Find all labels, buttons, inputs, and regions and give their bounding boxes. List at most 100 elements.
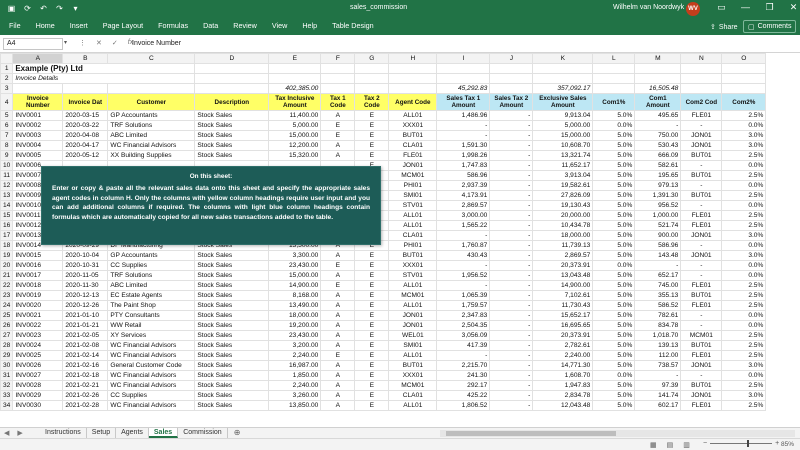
table-cell[interactable]: - xyxy=(680,200,723,211)
table-cell[interactable]: - xyxy=(489,160,534,171)
cell[interactable] xyxy=(268,63,322,74)
table-cell[interactable]: 5.0% xyxy=(592,300,636,311)
table-cell[interactable]: 5,000.00 xyxy=(532,120,594,131)
enter-icon[interactable]: ✓ xyxy=(112,39,118,47)
cell[interactable] xyxy=(194,63,270,74)
table-cell[interactable]: Stock Sales xyxy=(194,360,270,371)
table-cell[interactable]: - xyxy=(489,400,534,411)
table-cell[interactable]: XXX01 xyxy=(388,260,438,271)
table-cell[interactable]: 2.5% xyxy=(721,400,767,411)
table-cell[interactable]: SMI01 xyxy=(388,340,438,351)
table-cell[interactable]: ALL01 xyxy=(388,350,438,361)
table-cell[interactable]: - xyxy=(489,170,534,181)
table-cell[interactable]: 3,913.04 xyxy=(532,170,594,181)
table-cell[interactable]: INV0001 xyxy=(12,110,64,121)
tab-data[interactable]: Data xyxy=(203,21,218,30)
table-cell[interactable]: - xyxy=(680,120,723,131)
table-cell[interactable]: GP Accountants xyxy=(107,250,196,261)
total-e[interactable]: 402,385.00 xyxy=(268,83,322,94)
table-cell[interactable]: 1,747.83 xyxy=(436,160,491,171)
tab-insert[interactable]: Insert xyxy=(70,21,88,30)
table-cell[interactable]: 2021-01-21 xyxy=(62,320,109,331)
table-cell[interactable]: 13,850.00 xyxy=(268,400,322,411)
row-header[interactable]: 16 xyxy=(0,220,14,231)
table-cell[interactable]: 18,000.00 xyxy=(532,230,594,241)
table-cell[interactable]: 2020-04-17 xyxy=(62,140,109,151)
cell[interactable] xyxy=(194,83,270,94)
table-cell[interactable]: - xyxy=(489,380,534,391)
tab-page-layout[interactable]: Page Layout xyxy=(103,21,143,30)
table-cell[interactable]: - xyxy=(489,270,534,281)
table-cell[interactable]: 5,000.00 xyxy=(268,120,322,131)
table-cell[interactable]: A xyxy=(320,320,356,331)
table-cell[interactable]: 141.74 xyxy=(634,390,682,401)
table-cell[interactable]: E xyxy=(354,370,390,381)
row-header[interactable]: 1 xyxy=(0,63,14,74)
table-cell[interactable]: - xyxy=(489,130,534,141)
table-cell[interactable]: 2020-12-13 xyxy=(62,290,109,301)
table-cell[interactable]: A xyxy=(320,300,356,311)
table-cell[interactable]: - xyxy=(489,290,534,301)
table-cell[interactable]: 979.13 xyxy=(634,180,682,191)
table-cell[interactable]: TRF Solutions xyxy=(107,270,196,281)
table-cell[interactable]: 582.61 xyxy=(634,160,682,171)
table-cell[interactable]: - xyxy=(680,370,723,381)
table-cell[interactable]: JON01 xyxy=(388,310,438,321)
zoom-level[interactable]: 85% xyxy=(781,441,794,448)
table-cell[interactable]: E xyxy=(354,270,390,281)
table-cell[interactable]: JON01 xyxy=(680,140,723,151)
table-cell[interactable]: 425.22 xyxy=(436,390,491,401)
table-cell[interactable]: ALL01 xyxy=(388,110,438,121)
cell[interactable] xyxy=(680,63,723,74)
sheet-tab-commission[interactable]: Commission xyxy=(178,428,228,438)
column-header[interactable]: E xyxy=(268,53,322,64)
table-cell[interactable]: 2,504.35 xyxy=(436,320,491,331)
column-header[interactable]: C xyxy=(107,53,196,64)
table-cell[interactable]: 745.00 xyxy=(634,280,682,291)
table-cell[interactable]: JON01 xyxy=(680,390,723,401)
table-cell[interactable]: Stock Sales xyxy=(194,130,270,141)
table-cell[interactable]: FLE01 xyxy=(680,210,723,221)
tab-table-design[interactable]: Table Design xyxy=(332,21,374,30)
table-cell[interactable]: 11,739.13 xyxy=(532,240,594,251)
table-cell[interactable]: FLE01 xyxy=(388,150,438,161)
tab-review[interactable]: Review xyxy=(233,21,257,30)
table-cell[interactable]: 27,826.09 xyxy=(532,190,594,201)
table-cell[interactable]: 602.17 xyxy=(634,400,682,411)
table-cell[interactable]: E xyxy=(320,350,356,361)
cell[interactable] xyxy=(320,83,356,94)
row-header[interactable]: 32 xyxy=(0,380,14,391)
table-cell[interactable]: E xyxy=(354,320,390,331)
table-cell[interactable]: 5.0% xyxy=(592,130,636,141)
page-break-view-icon[interactable]: ▥ xyxy=(683,441,690,449)
table-cell[interactable]: 738.57 xyxy=(634,360,682,371)
column-heading[interactable]: Customer xyxy=(107,93,196,111)
table-cell[interactable]: 16,987.00 xyxy=(268,360,322,371)
comments-button[interactable]: ▢ Comments xyxy=(743,20,797,33)
row-header[interactable]: 15 xyxy=(0,210,14,221)
table-cell[interactable]: 97.39 xyxy=(634,380,682,391)
table-cell[interactable]: 417.39 xyxy=(436,340,491,351)
tab-home[interactable]: Home xyxy=(36,21,55,30)
table-cell[interactable]: - xyxy=(680,320,723,331)
table-cell[interactable]: 14,900.00 xyxy=(268,280,322,291)
table-cell[interactable]: ALL01 xyxy=(388,210,438,221)
table-cell[interactable]: 15,652.17 xyxy=(532,310,594,321)
minimize-icon[interactable]: — xyxy=(739,2,752,13)
table-cell[interactable]: 19,130.43 xyxy=(532,200,594,211)
table-cell[interactable]: 15,320.00 xyxy=(268,150,322,161)
zoom-track[interactable] xyxy=(710,440,773,447)
column-heading[interactable]: Tax 1 Code xyxy=(320,93,356,111)
table-cell[interactable]: 12,043.48 xyxy=(532,400,594,411)
table-cell[interactable]: 666.09 xyxy=(634,150,682,161)
table-cell[interactable]: 2021-02-26 xyxy=(62,390,109,401)
table-cell[interactable]: 143.48 xyxy=(634,250,682,261)
row-header[interactable]: 34 xyxy=(0,400,14,411)
table-cell[interactable]: - xyxy=(489,350,534,361)
row-header[interactable]: 2 xyxy=(0,73,14,84)
redo-icon[interactable]: ↷ xyxy=(54,3,65,14)
table-cell[interactable]: A xyxy=(320,360,356,371)
zoom-slider[interactable]: − + xyxy=(703,440,779,447)
page-layout-view-icon[interactable]: ▤ xyxy=(667,441,674,449)
table-cell[interactable]: - xyxy=(680,310,723,321)
